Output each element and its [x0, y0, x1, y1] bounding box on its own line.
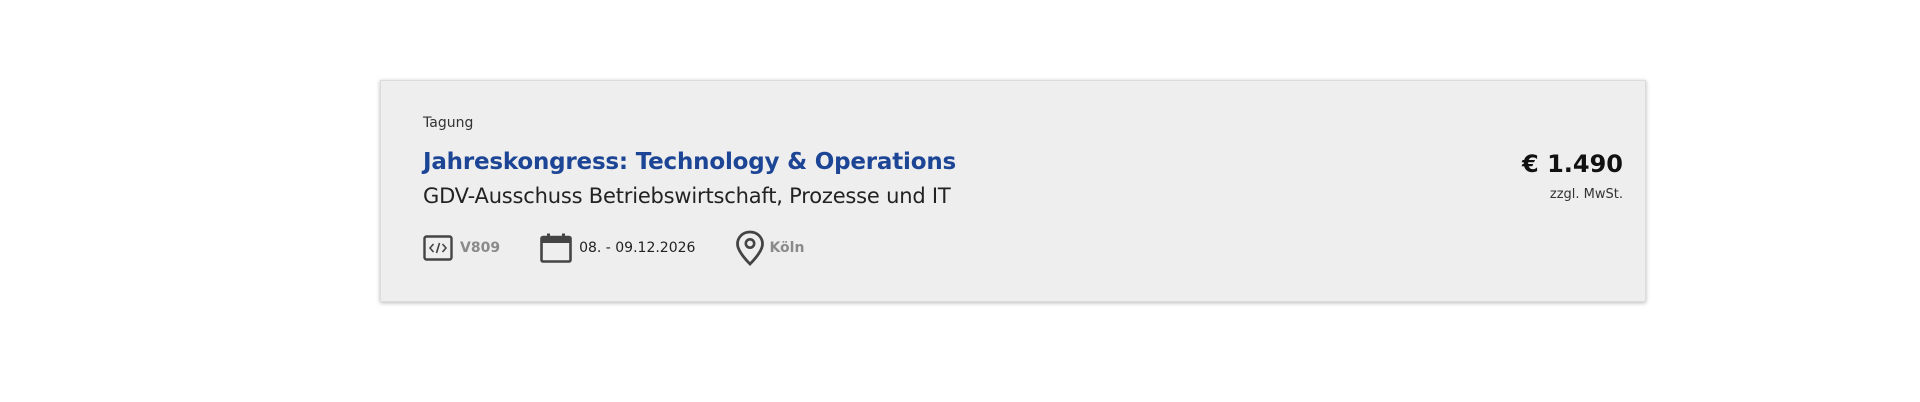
calendar-icon [540, 233, 572, 263]
event-location-text: Köln [769, 240, 805, 256]
location-pin-icon [735, 230, 765, 266]
event-date-text: 08. - 09.12.2026 [579, 240, 696, 256]
code-icon [423, 235, 453, 261]
event-code: V809 [423, 235, 500, 261]
event-date: 08. - 09.12.2026 [540, 233, 695, 263]
event-location: Köln [735, 230, 804, 266]
event-price: € 1.490 [1522, 150, 1623, 178]
price-tax-note: zzgl. MwSt. [1549, 187, 1623, 202]
event-meta: V809 08. - 09.12.2026 Köln [423, 230, 844, 266]
event-card[interactable]: Tagung Jahreskongress: Technology & Oper… [380, 80, 1646, 302]
event-subtitle: GDV-Ausschuss Betriebswirtschaft, Prozes… [423, 184, 951, 208]
event-code-text: V809 [460, 240, 501, 256]
event-category: Tagung [423, 115, 474, 131]
event-title-link[interactable]: Jahreskongress: Technology & Operations [423, 149, 956, 175]
